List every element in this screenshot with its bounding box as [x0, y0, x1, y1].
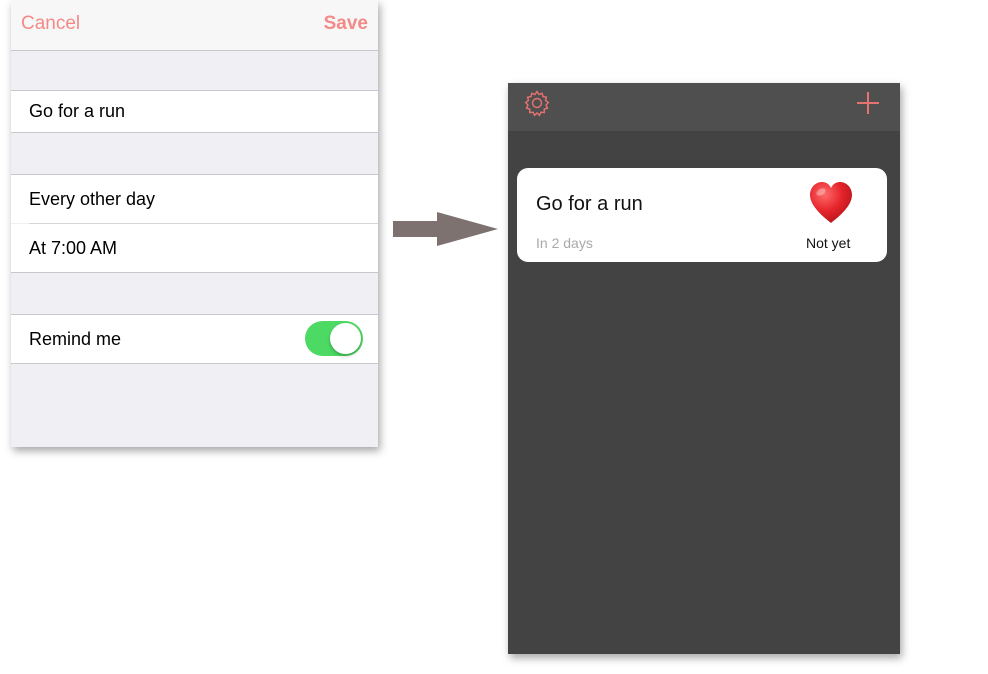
- divider: [11, 363, 378, 364]
- remind-me-toggle[interactable]: [305, 321, 363, 356]
- gear-icon[interactable]: [523, 89, 551, 117]
- time-label: At 7:00 AM: [29, 238, 118, 258]
- divider: [11, 132, 378, 133]
- task-list-screen: Go for a run In 2 days Not yet: [508, 83, 900, 654]
- task-name-value: Go for a run: [29, 101, 126, 121]
- cancel-button[interactable]: Cancel: [21, 13, 80, 35]
- frequency-cell[interactable]: Every other day: [11, 175, 378, 223]
- edit-task-screen: Cancel Save Go for a run Every other day…: [11, 0, 378, 447]
- time-cell[interactable]: At 7:00 AM: [11, 224, 378, 272]
- heart-icon[interactable]: [808, 181, 854, 225]
- task-card-title: Go for a run: [536, 193, 643, 215]
- task-card-due: In 2 days: [536, 235, 593, 251]
- transition-arrow-icon: [393, 212, 498, 246]
- toggle-knob: [330, 323, 361, 354]
- remind-me-cell: Remind me: [11, 315, 378, 363]
- plus-icon[interactable]: [856, 91, 880, 115]
- task-card[interactable]: Go for a run In 2 days Not yet: [517, 168, 887, 262]
- save-button[interactable]: Save: [324, 13, 368, 35]
- divider: [11, 272, 378, 273]
- task-name-field[interactable]: Go for a run: [11, 91, 378, 132]
- remind-me-label: Remind me: [29, 329, 122, 349]
- task-status-label: Not yet: [806, 235, 851, 251]
- frequency-label: Every other day: [29, 189, 156, 209]
- edit-nav-bar: Cancel Save: [11, 0, 378, 51]
- list-nav-bar: [508, 83, 900, 131]
